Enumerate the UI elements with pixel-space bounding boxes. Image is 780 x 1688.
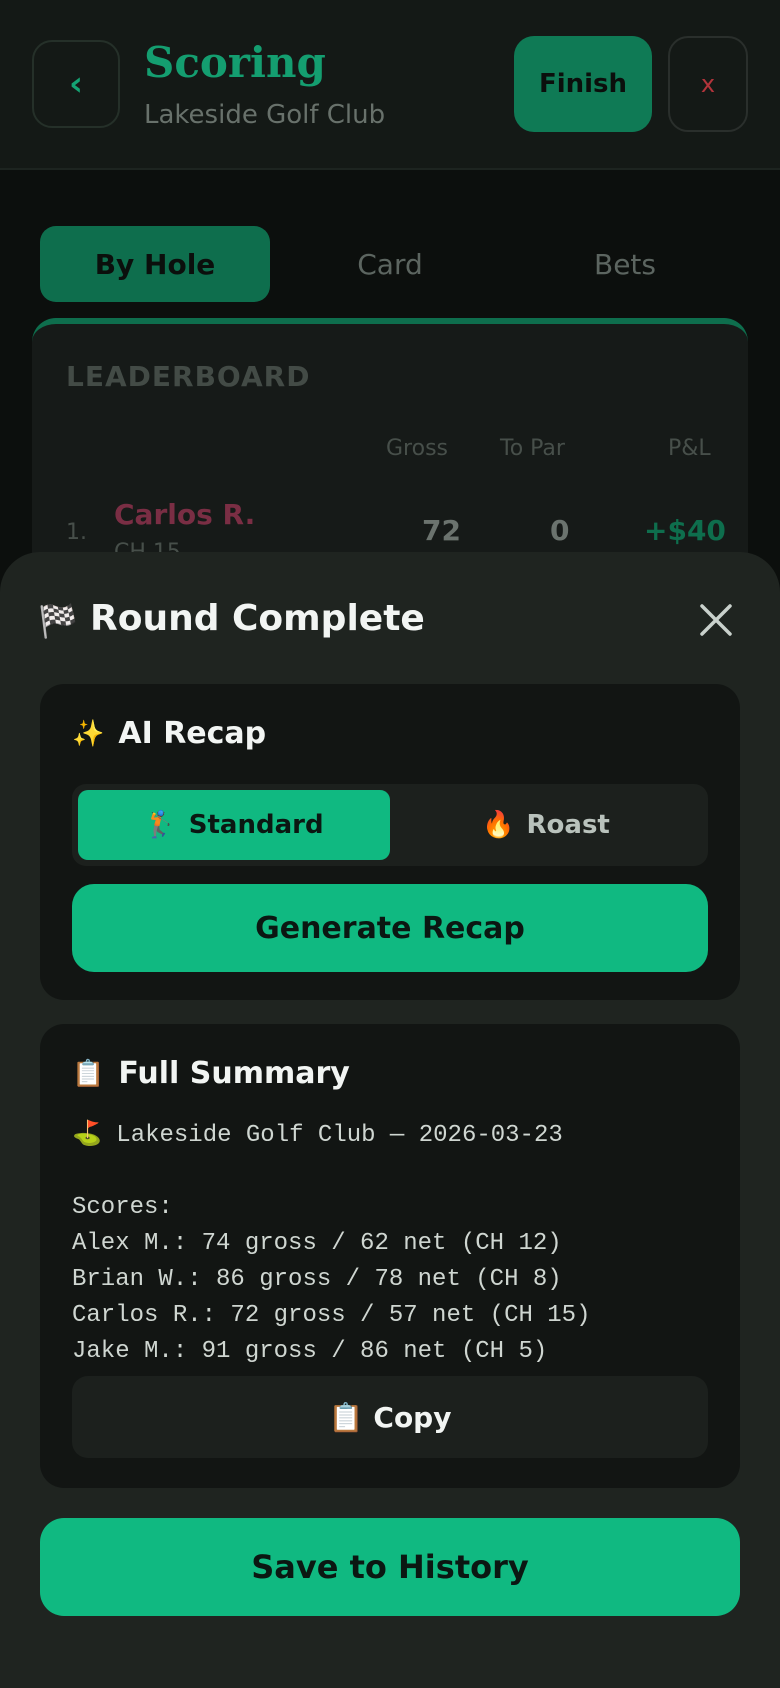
finish-button[interactable]: Finish: [514, 36, 652, 132]
golfer-icon: 🏌️: [144, 810, 177, 840]
roast-mode-label: Roast: [526, 810, 610, 840]
roast-mode-button[interactable]: 🔥 Roast: [390, 790, 702, 860]
tab-by-hole[interactable]: By Hole: [40, 226, 270, 302]
player-to-par: 0: [550, 514, 570, 547]
checkered-flag-icon: 🏁: [38, 602, 78, 640]
standard-mode-button[interactable]: 🏌️ Standard: [78, 790, 390, 860]
column-header-to-par: To Par: [500, 436, 565, 461]
summary-line: Jake M.: 91 gross / 86 net (CH 5): [72, 1338, 548, 1365]
column-header-pl: P&L: [668, 436, 711, 461]
view-tabs: By Hole Card Bets: [40, 226, 740, 302]
summary-blank-line: [72, 1154, 712, 1190]
copy-label: Copy: [373, 1400, 452, 1434]
leaderboard-title: LEADERBOARD: [66, 360, 311, 393]
exit-button[interactable]: x: [668, 36, 748, 132]
full-summary-title: Full Summary: [118, 1056, 350, 1091]
summary-line: Scores:: [72, 1194, 173, 1221]
save-to-history-button[interactable]: Save to History: [40, 1518, 740, 1616]
tab-card[interactable]: Card: [275, 226, 505, 302]
full-summary-card: 📋 Full Summary ⛳ Lakeside Golf Club — 20…: [40, 1024, 740, 1488]
full-summary-header: 📋 Full Summary: [72, 1056, 350, 1091]
player-pl: +$40: [644, 514, 726, 547]
column-header-gross: Gross: [386, 436, 448, 461]
tab-bets[interactable]: Bets: [510, 226, 740, 302]
ai-recap-card: ✨ AI Recap 🏌️ Standard 🔥 Roast Generate …: [40, 684, 740, 1000]
sheet-close-button[interactable]: [690, 588, 742, 652]
recap-style-toggle: 🏌️ Standard 🔥 Roast: [72, 784, 708, 866]
player-rank: 1.: [66, 520, 87, 545]
player-name: Carlos R.: [114, 498, 256, 531]
close-icon: [700, 604, 732, 636]
ai-recap-title: AI Recap: [118, 716, 267, 751]
sparkles-icon: ✨: [72, 718, 105, 749]
summary-text-area[interactable]: ⛳ Lakeside Golf Club — 2026-03-23 Scores…: [72, 1118, 712, 1378]
summary-line: Alex M.: 74 gross / 62 net (CH 12): [72, 1230, 562, 1257]
player-gross: 72: [422, 514, 461, 547]
back-button[interactable]: ‹: [32, 40, 120, 128]
chevron-left-icon: ‹: [68, 64, 83, 104]
clipboard-icon: 📋: [72, 1058, 105, 1089]
clipboard-icon: 📋: [328, 1400, 364, 1434]
top-bar: ‹ Scoring Lakeside Golf Club Finish x: [0, 0, 780, 170]
round-complete-sheet: 🏁 Round Complete ✨ AI Recap 🏌️ Standard …: [0, 552, 780, 1688]
ai-recap-header: ✨ AI Recap: [72, 716, 266, 751]
fire-icon: 🔥: [482, 810, 515, 840]
copy-button[interactable]: 📋 Copy: [72, 1376, 708, 1458]
course-name: Lakeside Golf Club: [144, 100, 386, 130]
standard-mode-label: Standard: [188, 810, 324, 840]
sheet-title: Round Complete: [90, 598, 425, 639]
summary-line: Carlos R.: 72 gross / 57 net (CH 15): [72, 1302, 591, 1329]
summary-line: Brian W.: 86 gross / 78 net (CH 8): [72, 1266, 562, 1293]
page-title: Scoring: [144, 38, 326, 87]
summary-line: ⛳ Lakeside Golf Club — 2026-03-23: [72, 1122, 563, 1149]
generate-recap-button[interactable]: Generate Recap: [72, 884, 708, 972]
